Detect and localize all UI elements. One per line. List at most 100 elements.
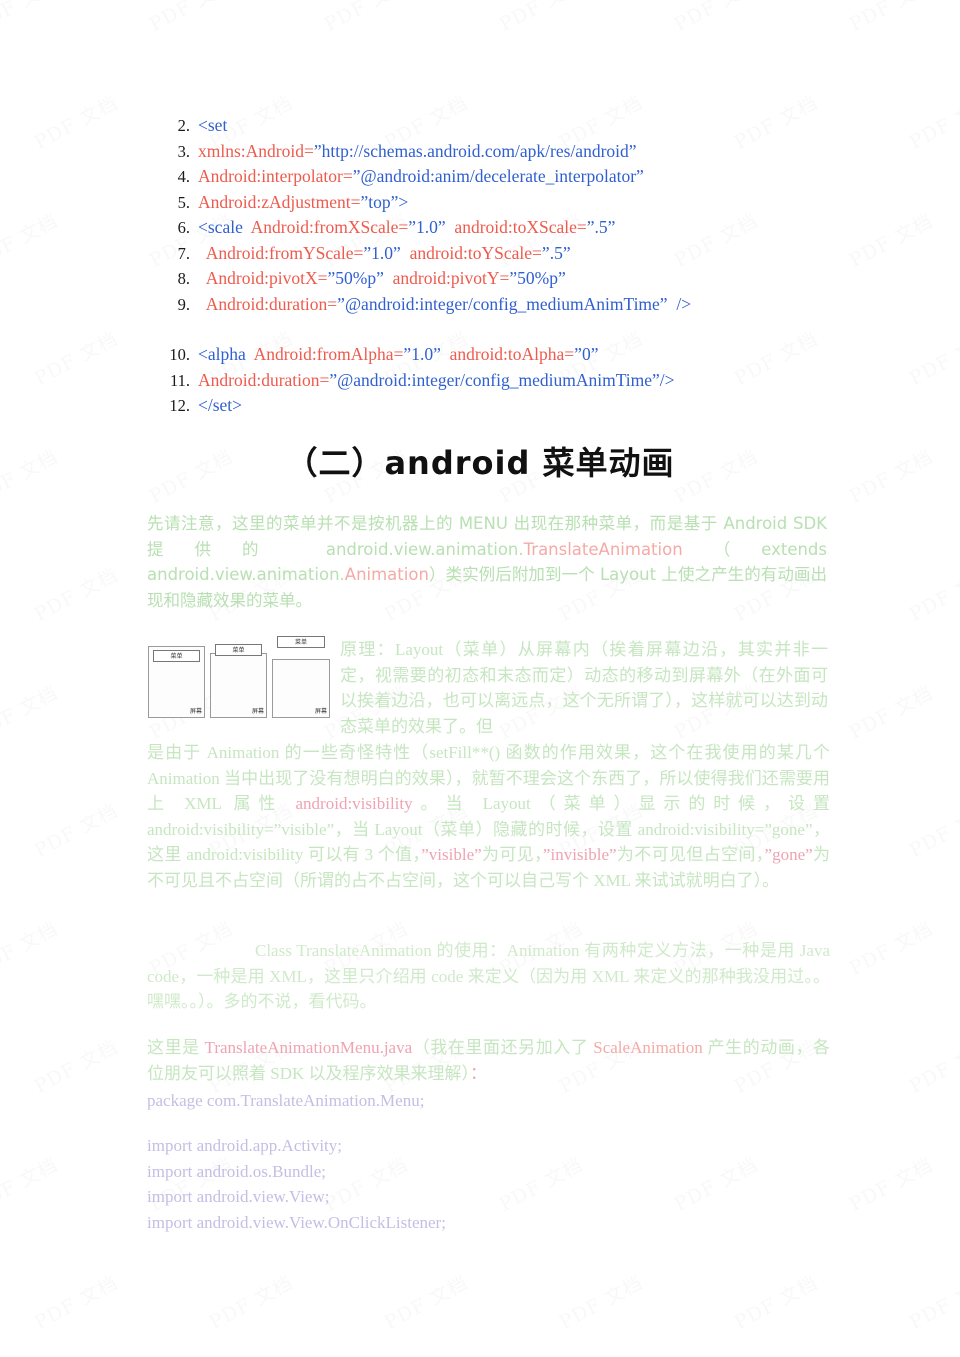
diagram-frame: 菜单屏幕: [272, 636, 330, 718]
import-statements: import android.app.Activity; import andro…: [147, 1133, 830, 1235]
code-token-tag: <scale: [198, 217, 243, 237]
code-line-number: 4.: [177, 167, 190, 186]
code-line-number: 8.: [177, 269, 190, 288]
code-token-val: ”top”>: [360, 191, 409, 212]
principle-highlight-invisible: ”invisible”: [542, 845, 617, 864]
code-line: 9. Android:duration=”@android:integer/co…: [160, 292, 860, 318]
diagram-menu-bar: 菜单: [153, 650, 200, 662]
code-line-content: Android:duration=”@android:integer/confi…: [198, 368, 675, 394]
code-token-attr: android:pivotY=: [383, 268, 510, 288]
code-line-content: xmlns:Android=”http://schemas.android.co…: [198, 139, 637, 165]
code-token-val: ”1.0”: [363, 242, 401, 263]
code-token-attr: Android:fromXScale=: [242, 217, 409, 237]
code-line-content: <set: [198, 113, 227, 139]
code-token-val: ”1.0”: [403, 344, 441, 364]
principle-paragraph-top: 原理：Layout（菜单）从屏幕内（挨着屏幕边沿，其实并非一定，视需要的初态和末…: [340, 640, 828, 736]
code-line-number: 12.: [169, 396, 190, 415]
diagram-frame: 菜单屏幕: [210, 636, 267, 718]
import-line: import android.view.View;: [147, 1187, 330, 1206]
code-line-number: 11.: [169, 370, 190, 390]
code-token-val: ”1.0”: [408, 217, 446, 237]
code-token-attr: Android:fromAlpha=: [245, 344, 404, 364]
code-line-content: Android:interpolator=”@android:anim/dece…: [198, 164, 644, 190]
code-token-tag: <alpha: [198, 344, 246, 364]
code-token-attr: Android:zAdjustment=: [198, 191, 361, 212]
intro-highlight-translateanimation: TranslateAnimation: [523, 539, 683, 559]
code-token-val: ”@android:integer/config_mediumAnimTime”…: [329, 369, 675, 390]
import-line: import android.app.Activity;: [147, 1136, 342, 1155]
code-line: 12. </set>: [160, 393, 860, 419]
code-line-content: <alpha Android:fromAlpha=”1.0” android:t…: [198, 342, 598, 368]
code-token-attr: xmlns:Android=: [198, 140, 314, 161]
code-token-attr: android:toAlpha=: [440, 344, 575, 364]
code-line: 7. Android:fromYScale=”1.0” android:toYS…: [160, 241, 860, 267]
code-token-tag: </set>: [198, 395, 243, 415]
file-highlight-filename: TranslateAnimationMenu.java: [204, 1038, 413, 1057]
code-line-number: 9.: [177, 294, 190, 314]
class-usage-text: Class TranslateAnimation 的使用：Animation 有…: [147, 941, 830, 1011]
file-text-2: （我在里面还另加入了: [412, 1038, 594, 1057]
principle-text-3: 为可见，: [481, 845, 543, 864]
code-line-content: Android:pivotX=”50%p” android:pivotY=”50…: [198, 266, 566, 292]
code-line: 6. <scale Android:fromXScale=”1.0” androi…: [160, 215, 860, 241]
code-line: 2. <set: [160, 113, 860, 139]
menu-animation-diagram: 菜单 屏幕 菜单 屏幕 菜单 屏幕: [148, 636, 330, 718]
document-page: 2. <set 3. xmlns:Android=”http://schemas.an…: [0, 0, 960, 1357]
code-token-attr: Android:fromYScale=: [198, 242, 364, 263]
page-title: （二）android 菜单动画: [285, 444, 675, 482]
file-highlight-scaleanimation: ScaleAnimation: [593, 1038, 703, 1057]
code-token-val: ”@android:integer/config_mediumAnimTime”…: [337, 293, 692, 314]
xml-code-listing: 2. <set 3. xmlns:Android=”http://schemas.an…: [160, 113, 860, 419]
code-token-val: ”.5”: [541, 242, 571, 263]
code-token-tag: <set: [198, 115, 228, 135]
diagram-menu-bar: 菜单: [277, 636, 325, 648]
code-line-number: 3.: [177, 141, 190, 161]
code-line: 10. <alpha Android:fromAlpha=”1.0” androi…: [160, 342, 860, 368]
file-text-4: ：: [470, 1063, 488, 1083]
intro-highlight-animation: Animation: [344, 565, 429, 584]
code-line-number: 10.: [169, 345, 190, 364]
code-line: 3. xmlns:Android=”http://schemas.android.…: [160, 139, 860, 165]
principle-highlight-gone: ”gone”: [764, 845, 813, 864]
code-token-attr: Android:pivotX=: [198, 268, 328, 288]
code-token-attr: android:toXScale=: [445, 217, 587, 237]
code-token-attr: Android:duration=: [198, 293, 338, 314]
diagram-screen-label: 屏幕: [251, 708, 264, 715]
principle-text-4: 为不可见但占空间，: [616, 845, 765, 864]
code-line-content: <scale Android:fromXScale=”1.0” android:…: [198, 215, 615, 241]
code-line: 11. Android:duration=”@android:integer/co…: [160, 368, 860, 394]
code-line-content: Android:zAdjustment=”top”>: [198, 190, 408, 216]
file-intro-paragraph: 这里是 TranslateAnimationMenu.java（我在里面还另加入…: [147, 1035, 830, 1086]
code-token-val: ”0”: [574, 344, 599, 364]
code-token-val: ”.5”: [586, 217, 616, 237]
code-line-number: 5.: [177, 192, 190, 212]
diagram-menu-bar: 菜单: [215, 644, 262, 656]
class-usage-paragraph: Class TranslateAnimation 的使用：Animation 有…: [147, 938, 830, 1015]
principle-highlight-visible: ”visible”: [421, 845, 482, 864]
principle-highlight-visibility: android:visibility: [295, 794, 413, 813]
code-line-number: 2.: [177, 116, 190, 135]
code-token-val: ”50%p”: [509, 268, 566, 288]
code-line: 8. Android:pivotX=”50%p” android:pivotY=…: [160, 266, 860, 292]
file-text-1: 这里是: [147, 1038, 205, 1057]
package-statement: package com.TranslateAnimation.Menu;: [147, 1091, 425, 1110]
code-token-val: ”50%p”: [327, 268, 384, 288]
code-line: 4. Android:interpolator=”@android:anim/de…: [160, 164, 860, 190]
import-line: import android.view.View.OnClickListener…: [147, 1212, 446, 1232]
code-line-number: 6.: [177, 218, 190, 237]
code-token-attr: android:toYScale=: [400, 242, 542, 263]
diagram-frame: 菜单屏幕: [148, 636, 205, 718]
code-token-val: ”http://schemas.android.com/apk/res/andr…: [313, 140, 637, 161]
code-token-val: ”@android:anim/decelerate_interpolator”: [352, 166, 644, 186]
intro-paragraph: 先请注意，这里的菜单并不是按机器上的 MENU 出现在那种菜单，而是基于 And…: [147, 511, 827, 613]
principle-paragraph-rest: 是由于 Animation 的一些奇怪特性（setFill**() 函数的作用效…: [147, 740, 830, 893]
code-line: 5. Android:zAdjustment=”top”>: [160, 190, 860, 216]
diagram-screen-label: 屏幕: [189, 708, 202, 715]
code-line-content: Android:fromYScale=”1.0” android:toYScal…: [198, 241, 571, 267]
code-line-content: </set>: [198, 393, 242, 419]
code-line-content: Android:duration=”@android:integer/confi…: [198, 292, 691, 318]
diagram-screen-label: 屏幕: [314, 708, 327, 715]
code-token-attr: Android:interpolator=: [198, 166, 353, 186]
code-line-number: 7.: [177, 243, 190, 263]
